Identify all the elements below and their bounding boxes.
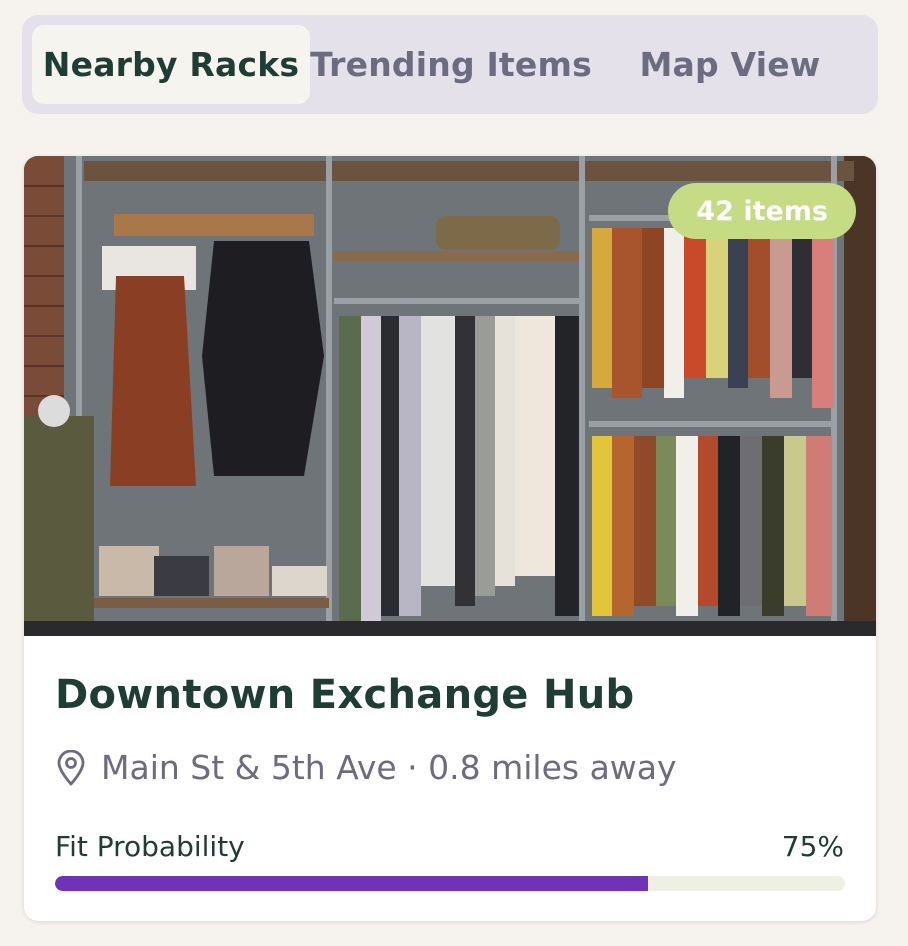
rack-card[interactable]: 42 items Downtown Exchange Hub Main St &… xyxy=(24,156,876,921)
fit-probability-label: Fit Probability xyxy=(55,830,245,863)
location-text: Main St & 5th Ave · 0.8 miles away xyxy=(101,748,677,787)
map-pin-icon xyxy=(57,749,85,785)
fit-progress-track xyxy=(55,876,845,891)
tab-bar: Nearby Racks Trending Items Map View xyxy=(22,15,878,114)
item-count-badge: 42 items xyxy=(668,183,856,239)
tab-trending-items[interactable]: Trending Items xyxy=(310,25,592,104)
tab-nearby-racks[interactable]: Nearby Racks xyxy=(32,25,310,104)
rack-title: Downtown Exchange Hub xyxy=(55,672,635,718)
fit-probability-value: 75% xyxy=(781,830,844,863)
rack-location: Main St & 5th Ave · 0.8 miles away xyxy=(55,748,677,787)
tab-map-view[interactable]: Map View xyxy=(592,25,868,104)
fit-progress-fill xyxy=(55,876,648,891)
